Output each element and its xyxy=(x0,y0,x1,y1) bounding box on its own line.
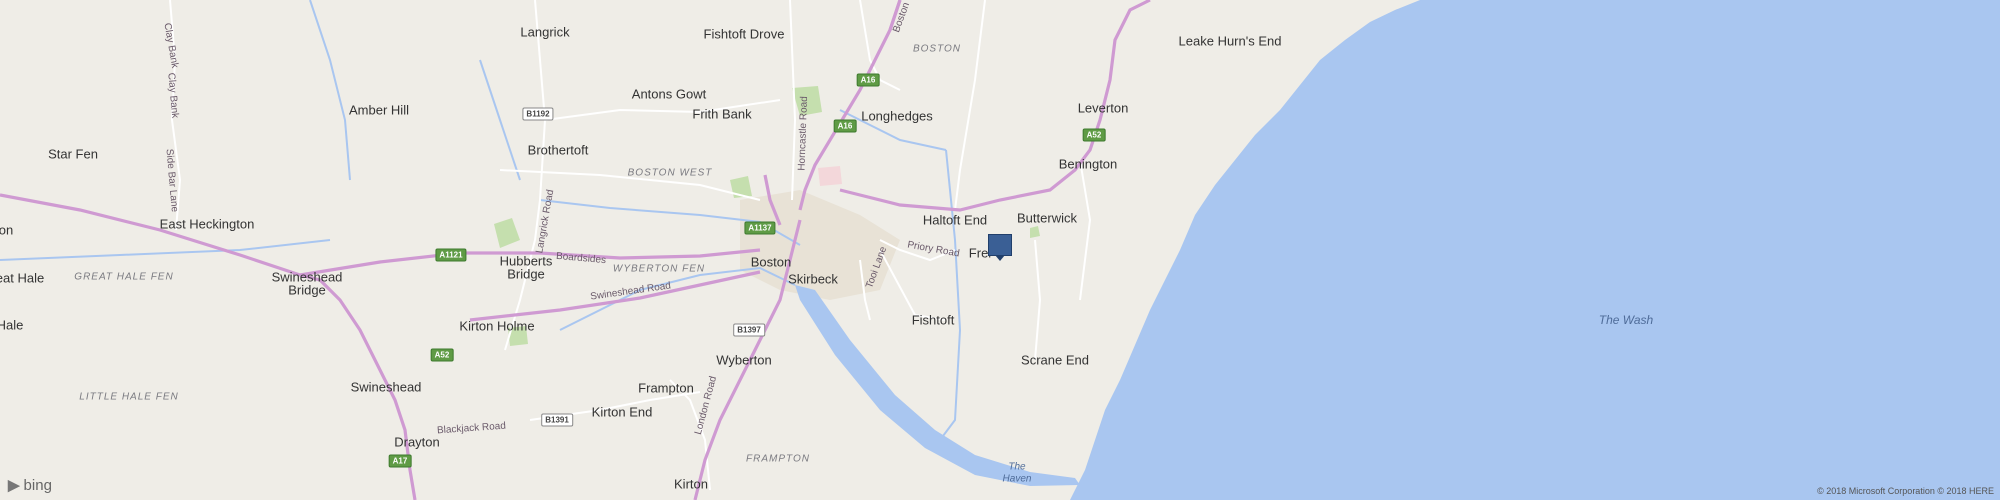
bing-logo[interactable]: ▶ bing xyxy=(8,476,52,495)
place-label: Wyberton xyxy=(716,352,772,368)
place-label: Skirbeck xyxy=(788,271,838,287)
place-label: eat Hale xyxy=(0,270,45,286)
place-label: Kirton xyxy=(674,476,708,492)
region-label: BOSTON xyxy=(912,43,962,55)
place-label: Boston xyxy=(750,254,792,270)
location-marker-pin-icon[interactable] xyxy=(988,234,1012,262)
place-label: Swineshead xyxy=(350,379,422,395)
place-label: Fishtoft Drove xyxy=(703,26,785,42)
water-label: Haven xyxy=(1002,473,1032,485)
road-shield: A1121 xyxy=(435,248,467,262)
place-label: Bridge xyxy=(288,282,326,298)
road-shield: A16 xyxy=(856,73,880,87)
road-shield: B1397 xyxy=(733,323,765,337)
place-label: Kirton End xyxy=(591,404,653,420)
water-label: The xyxy=(1008,461,1026,473)
place-label: Leake Hurn's End xyxy=(1178,33,1282,49)
region-label: BOSTON WEST xyxy=(627,167,713,179)
place-label: on xyxy=(0,222,14,238)
water-label: The Wash xyxy=(1598,313,1654,327)
place-label: Frampton xyxy=(638,380,694,396)
road-shield: A1137 xyxy=(744,221,776,235)
road-shield: B1391 xyxy=(541,413,573,427)
place-label: Brothertoft xyxy=(527,142,589,158)
urban-area xyxy=(818,166,842,186)
road-shield: B1192 xyxy=(522,107,554,121)
marker-tip xyxy=(995,255,1005,261)
road-shield: A16 xyxy=(833,119,857,133)
region-label: WYBERTON FEN xyxy=(612,263,706,275)
region-label: GREAT HALE FEN xyxy=(74,271,174,283)
region-label: FRAMPTON xyxy=(746,453,810,465)
place-label: Leverton xyxy=(1077,100,1129,116)
place-label: Amber Hill xyxy=(349,102,409,118)
place-label: Star Fen xyxy=(48,146,98,162)
place-label: Kirton Holme xyxy=(459,318,535,334)
place-label: Drayton xyxy=(394,434,440,450)
place-label: Longhedges xyxy=(861,108,933,124)
bing-logo-text: bing xyxy=(23,476,52,494)
place-label: Fishtoft xyxy=(911,312,955,328)
bing-b-icon: ▶ xyxy=(8,477,20,494)
place-label: Antons Gowt xyxy=(631,86,707,102)
place-label: Butterwick xyxy=(1017,210,1077,226)
place-label: Frith Bank xyxy=(692,106,752,122)
place-label: East Heckington xyxy=(159,216,255,232)
road-shield: A52 xyxy=(430,348,454,362)
place-label: Scrane End xyxy=(1021,352,1089,368)
copyright-notice: © 2018 Microsoft Corporation © 2018 HERE xyxy=(1817,486,1994,496)
marker-body xyxy=(988,234,1012,256)
place-label: Bridge xyxy=(507,266,545,282)
place-label: Langrick xyxy=(520,24,570,40)
place-label: Benington xyxy=(1058,156,1118,172)
place-label: Hale xyxy=(0,317,24,333)
region-label: LITTLE HALE FEN xyxy=(79,391,179,403)
place-label: Haltoft End xyxy=(922,212,988,228)
road-shield: A52 xyxy=(1082,128,1106,142)
map-canvas[interactable]: Langrick Fishtoft Drove BOSTON Leake Hur… xyxy=(0,0,2000,500)
road-shield: A17 xyxy=(388,454,412,468)
